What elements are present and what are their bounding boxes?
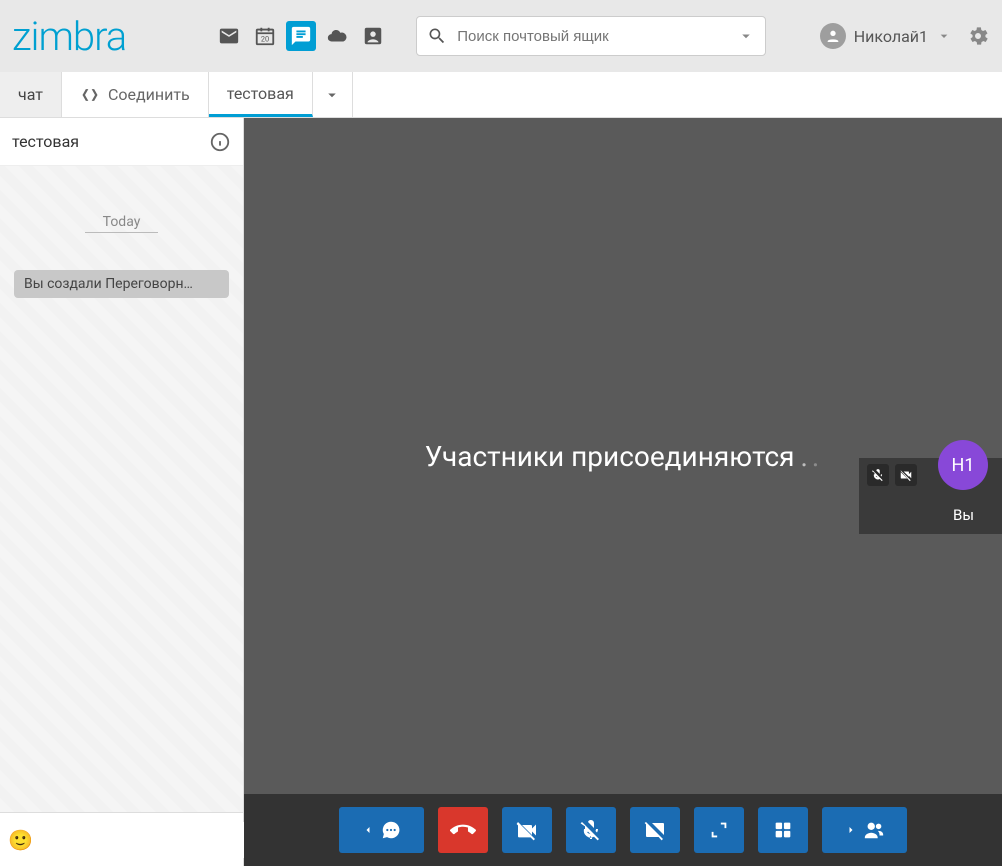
user-name: Николай1 bbox=[854, 27, 928, 46]
topbar-right: Николай1 bbox=[820, 23, 990, 49]
search-icon bbox=[427, 26, 447, 46]
content: тестовая Today Вы создали Переговорн… 🙂 … bbox=[0, 118, 1002, 866]
camera-off-icon bbox=[515, 818, 539, 842]
sidebar: тестовая Today Вы создали Переговорн… 🙂 bbox=[0, 118, 244, 866]
tab-room[interactable]: тестовая bbox=[209, 72, 313, 117]
sidebar-header: тестовая bbox=[0, 118, 243, 166]
contacts-icon[interactable] bbox=[358, 21, 388, 51]
chevron-down-icon[interactable] bbox=[737, 27, 755, 45]
caret-down-icon bbox=[936, 28, 952, 44]
calendar-icon[interactable]: 20 bbox=[250, 21, 280, 51]
search-input[interactable] bbox=[457, 28, 737, 45]
top-nav-icons: 20 bbox=[214, 21, 388, 51]
grid-icon bbox=[772, 819, 794, 841]
chat-body: Today Вы создали Переговорн… bbox=[0, 166, 243, 812]
chat-icon[interactable] bbox=[286, 21, 316, 51]
emoji-button[interactable]: 🙂 bbox=[8, 826, 33, 854]
composer: 🙂 bbox=[0, 812, 243, 866]
expand-icon bbox=[708, 819, 730, 841]
tab-dropdown[interactable] bbox=[313, 72, 353, 117]
panel-left-button[interactable] bbox=[339, 807, 424, 853]
message-input[interactable] bbox=[41, 822, 248, 858]
cloud-icon[interactable] bbox=[322, 21, 352, 51]
tab-chat[interactable]: чат bbox=[0, 72, 62, 117]
screenshare-off-icon bbox=[643, 818, 667, 842]
meeting-center: Участники присоединяются .. bbox=[244, 118, 1002, 794]
svg-text:20: 20 bbox=[261, 35, 269, 44]
participants-icon bbox=[863, 819, 885, 841]
camera-button[interactable] bbox=[502, 807, 552, 853]
mic-muted-icon bbox=[867, 464, 889, 486]
mail-icon[interactable] bbox=[214, 21, 244, 51]
user-menu[interactable]: Николай1 bbox=[820, 23, 952, 49]
phone-hangup-icon bbox=[450, 817, 476, 843]
fullscreen-button[interactable] bbox=[694, 807, 744, 853]
hangup-button[interactable] bbox=[438, 807, 488, 853]
chevron-down-icon bbox=[323, 86, 341, 104]
meeting-toolbar bbox=[244, 794, 1002, 866]
mic-button[interactable] bbox=[566, 807, 616, 853]
topbar: zimbra 20 Николай1 bbox=[0, 0, 1002, 72]
layout-button[interactable] bbox=[758, 807, 808, 853]
room-title: тестовая bbox=[12, 132, 79, 151]
connect-icon bbox=[80, 85, 100, 105]
tab-connect[interactable]: Соединить bbox=[62, 72, 209, 117]
cam-off-icon bbox=[895, 464, 917, 486]
app-logo: zimbra bbox=[12, 13, 126, 60]
search-box[interactable] bbox=[416, 16, 766, 56]
meeting-area: Участники присоединяются .. Н1 Вы bbox=[244, 118, 1002, 866]
tabbar: чат Соединить тестовая bbox=[0, 72, 1002, 118]
day-label: Today bbox=[14, 214, 229, 230]
system-message: Вы создали Переговорн… bbox=[14, 270, 229, 298]
screenshare-button[interactable] bbox=[630, 807, 680, 853]
info-icon[interactable] bbox=[209, 131, 231, 153]
gear-icon[interactable] bbox=[966, 24, 990, 48]
panel-right-button[interactable] bbox=[822, 807, 907, 853]
self-video-tile: Н1 Вы bbox=[859, 458, 1002, 534]
mic-off-icon bbox=[579, 818, 603, 842]
chat-bubble-icon bbox=[380, 819, 402, 841]
self-label: Вы bbox=[953, 506, 974, 524]
avatar-icon bbox=[820, 23, 846, 49]
meeting-status-text: Участники присоединяются .. bbox=[425, 440, 822, 473]
self-avatar: Н1 bbox=[938, 440, 988, 490]
